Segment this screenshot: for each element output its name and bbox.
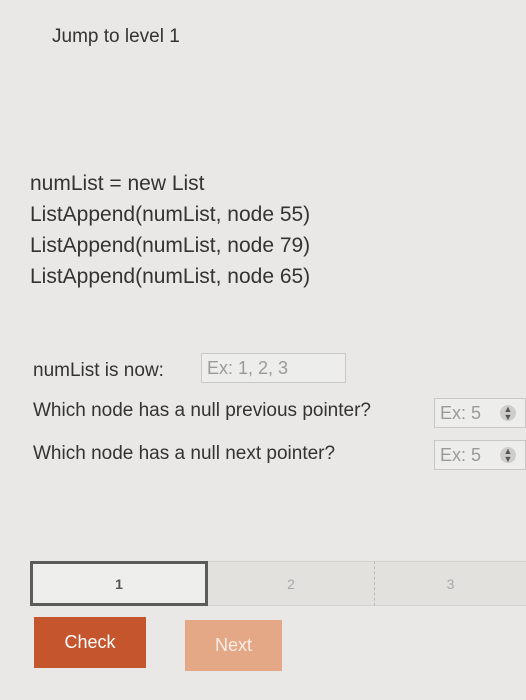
jump-to-level-link[interactable]: Jump to level 1 [52,26,180,48]
check-button[interactable]: Check [34,617,146,668]
chevron-up-down-icon: ▲ ▼ [500,447,516,464]
select-placeholder: Ex: 5 [440,402,482,423]
next-button[interactable]: Next [185,620,282,671]
question-numlist-label: numList is now: [33,360,164,381]
code-line: numList = new List [30,172,205,195]
level-2-segment[interactable]: 2 [208,561,374,606]
question-null-next-label: Which node has a null next pointer? [33,443,336,464]
question-null-previous-label: Which node has a null previous pointer? [33,400,371,421]
code-line: ListAppend(numList, node 55) [30,203,311,226]
chevron-up-down-icon: ▲ ▼ [500,405,516,422]
level-3-segment[interactable]: 3 [374,561,526,606]
null-previous-select[interactable]: Ex: 5 ▲ ▼ [434,398,526,428]
level-1-segment[interactable]: 1 [30,561,208,606]
select-placeholder: Ex: 5 [440,444,482,465]
code-block: numList = new List ListAppend(numList, n… [30,168,310,292]
level-progress-bar: 1 2 3 [30,561,526,606]
null-next-select[interactable]: Ex: 5 ▲ ▼ [434,440,526,470]
code-line: ListAppend(numList, node 79) [30,234,311,257]
code-line: ListAppend(numList, node 65) [30,265,311,288]
numlist-answer-input[interactable] [201,353,346,383]
